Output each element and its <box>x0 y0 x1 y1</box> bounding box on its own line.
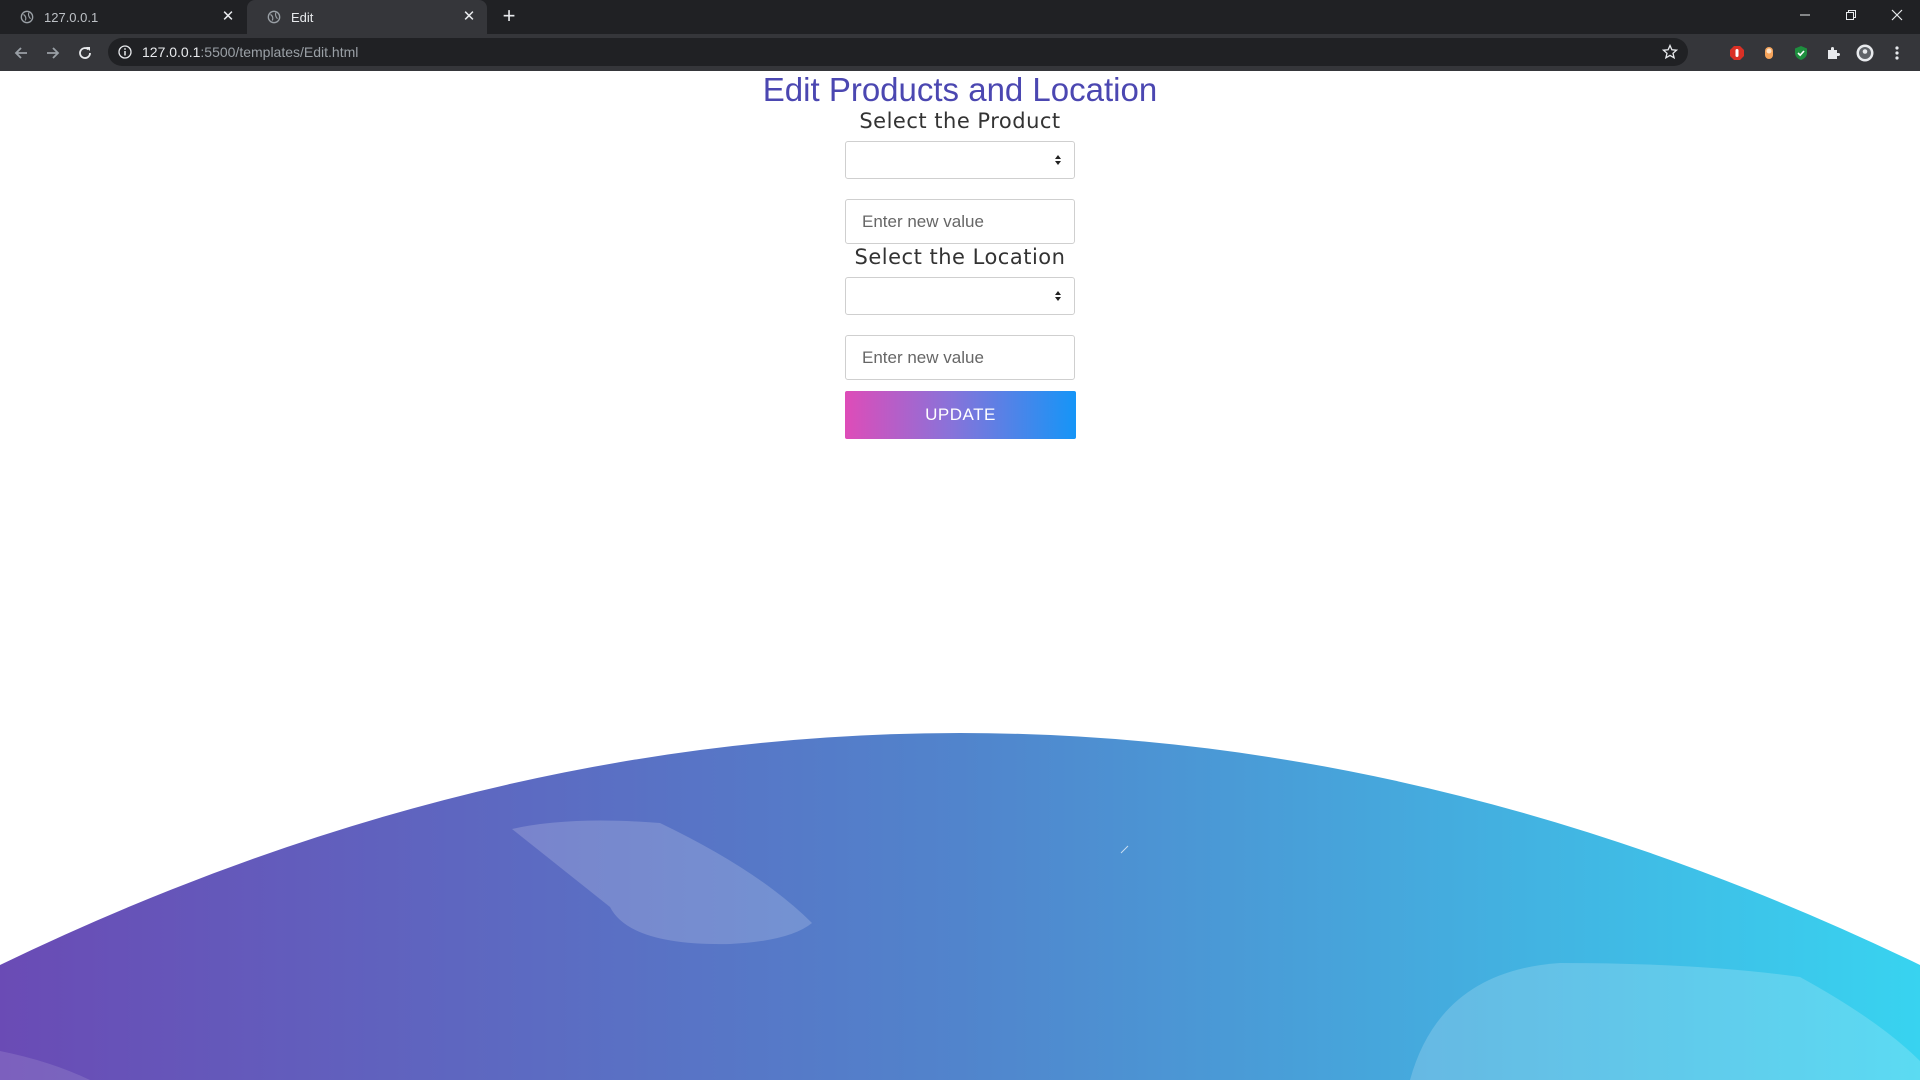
arrow-right-icon <box>47 47 60 59</box>
product-new-value-input[interactable] <box>845 199 1075 244</box>
browser-tabstrip: 127.0.0.1 ✕ Edit ✕ + <box>0 0 1920 34</box>
arrow-left-icon <box>14 47 27 59</box>
extension-orange-icon[interactable] <box>1760 44 1778 62</box>
back-button[interactable] <box>10 42 32 64</box>
globe-icon <box>20 10 34 24</box>
select-arrows-icon <box>1055 291 1061 301</box>
page-content: Edit Products and Location Select the Pr… <box>0 71 1920 1080</box>
new-tab-button[interactable]: + <box>498 5 520 28</box>
close-icon <box>1891 9 1903 21</box>
tab-title: 127.0.0.1 <box>44 9 99 25</box>
product-select[interactable] <box>845 141 1075 179</box>
select-arrows-icon <box>1055 155 1061 165</box>
page-title: Edit Products and Location <box>762 71 1158 108</box>
menu-kebab-icon[interactable] <box>1888 44 1906 62</box>
forward-button[interactable] <box>42 42 64 64</box>
product-label: Select the Product <box>859 109 1061 133</box>
location-new-value-input[interactable] <box>845 335 1075 380</box>
extension-adblock-icon[interactable] <box>1728 44 1746 62</box>
minimize-icon <box>1800 14 1810 16</box>
tab-close-icon[interactable]: ✕ <box>220 9 236 25</box>
profile-avatar-icon[interactable] <box>1856 44 1874 62</box>
tab-edit[interactable]: Edit ✕ <box>247 0 487 34</box>
address-bar[interactable]: 127.0.0.1:5500/templates/Edit.html <box>108 38 1688 66</box>
restore-button[interactable] <box>1828 0 1874 30</box>
globe-icon <box>267 10 281 24</box>
extensions-puzzle-icon[interactable] <box>1824 44 1842 62</box>
location-label: Select the Location <box>854 245 1066 269</box>
reload-button[interactable] <box>74 42 96 64</box>
tab-close-icon[interactable]: ✕ <box>461 9 477 25</box>
tab-localhost[interactable]: 127.0.0.1 ✕ <box>0 0 246 34</box>
tab-title: Edit <box>291 9 314 25</box>
close-window-button[interactable] <box>1874 0 1920 30</box>
bookmark-star-icon[interactable] <box>1662 44 1678 60</box>
minimize-button[interactable] <box>1782 0 1828 30</box>
extension-shield-icon[interactable] <box>1792 44 1810 62</box>
restore-icon <box>1846 10 1856 20</box>
location-select[interactable] <box>845 277 1075 315</box>
info-icon[interactable] <box>118 45 132 59</box>
browser-toolbar: 127.0.0.1:5500/templates/Edit.html <box>0 34 1920 71</box>
update-button[interactable]: UPDATE <box>845 391 1076 439</box>
url-text: 127.0.0.1:5500/templates/Edit.html <box>142 44 359 60</box>
reload-icon <box>79 47 91 59</box>
